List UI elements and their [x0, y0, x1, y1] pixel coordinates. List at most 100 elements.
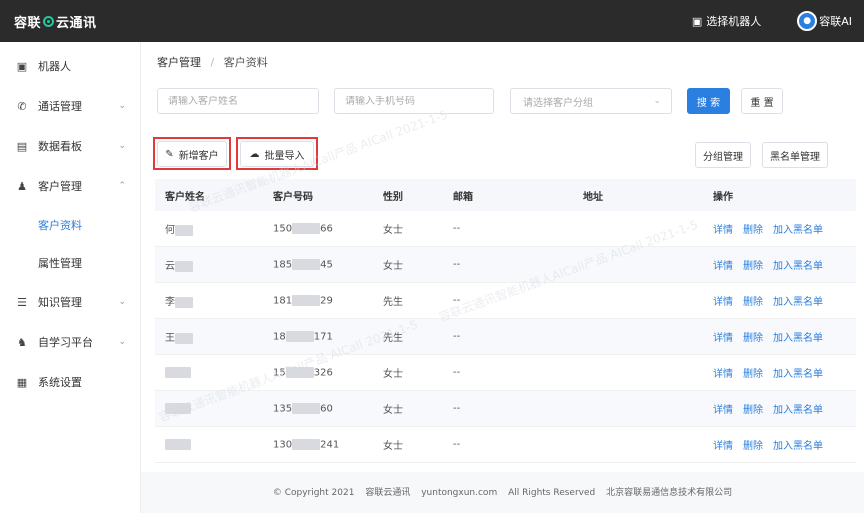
delete-link[interactable]: 删除	[743, 365, 763, 380]
sidebar-subitem-label: 属性管理	[38, 257, 82, 270]
cell-gender: 女士	[383, 369, 403, 380]
add-to-blacklist-link[interactable]: 加入黑名单	[773, 365, 823, 380]
phone-suffix: 171	[313, 331, 333, 343]
detail-link[interactable]: 详情	[713, 257, 733, 272]
cell-name	[155, 402, 263, 415]
detail-link[interactable]: 详情	[713, 329, 733, 344]
cell-name: 李	[155, 293, 263, 308]
column-header-actions: 操作	[713, 191, 733, 203]
delete-link[interactable]: 删除	[743, 329, 763, 344]
sidebar-item-label: 机器人	[38, 60, 71, 73]
cell-actions: 详情 删除 加入黑名单	[703, 401, 856, 416]
sidebar-item-system-settings[interactable]: ▦ 系统设置	[0, 362, 140, 402]
add-to-blacklist-link[interactable]: 加入黑名单	[773, 257, 823, 272]
breadcrumb-separator: /	[210, 56, 215, 69]
sidebar-item-dashboard[interactable]: ▤ 数据看板 ⌄	[0, 126, 140, 166]
sidebar-item-label: 自学习平台	[38, 336, 93, 349]
cell-phone: 181 29	[263, 294, 373, 307]
delete-link[interactable]: 删除	[743, 257, 763, 272]
detail-link[interactable]: 详情	[713, 437, 733, 452]
robot-icon: ▣	[691, 14, 703, 28]
add-to-blacklist-link[interactable]: 加入黑名单	[773, 293, 823, 308]
breadcrumb-current: 客户资料	[223, 56, 268, 69]
customer-name-field[interactable]	[157, 88, 319, 114]
delete-link[interactable]: 删除	[743, 221, 763, 236]
reset-button[interactable]: 重 置	[741, 88, 783, 114]
redacted-block	[292, 222, 321, 234]
learn-icon: ♞	[17, 335, 27, 349]
delete-link[interactable]: 删除	[743, 401, 763, 416]
sidebar-item-self-learning[interactable]: ♞ 自学习平台 ⌄	[0, 322, 140, 362]
sidebar-item-label: 数据看板	[38, 140, 82, 153]
phone-prefix: 181	[273, 295, 293, 307]
column-header-address: 地址	[583, 191, 603, 203]
cell-email: --	[453, 403, 461, 414]
logo-text-2: 云通讯	[56, 15, 97, 31]
column-header-phone: 客户号码	[273, 191, 313, 203]
cell-email: --	[453, 259, 461, 270]
cell-phone: 150 66	[263, 222, 373, 234]
detail-link[interactable]: 详情	[713, 293, 733, 308]
select-robot-label: 选择机器人	[706, 15, 762, 28]
customer-group-placeholder: 请选择客户分组	[523, 97, 593, 109]
cell-actions: 详情 删除 加入黑名单	[703, 221, 856, 236]
sidebar-subitem-attribute-management[interactable]: 属性管理	[0, 244, 140, 282]
redacted-block	[292, 402, 321, 414]
select-robot-button[interactable]: ▣ 选择机器人	[692, 13, 761, 29]
top-bar: 容联 云通讯 ▣ 选择机器人 ● 容联AI	[0, 0, 864, 42]
phone-number-field[interactable]	[334, 88, 494, 114]
detail-link[interactable]: 详情	[713, 401, 733, 416]
highlight-box-import	[236, 137, 318, 170]
delete-link[interactable]: 删除	[743, 293, 763, 308]
user-name: 容联AI	[819, 15, 852, 28]
cell-name	[155, 366, 263, 379]
sidebar-item-customer-management[interactable]: ♟ 客户管理 ⌃	[0, 166, 140, 206]
customer-name-input[interactable]	[168, 95, 318, 107]
sidebar-item-label: 客户管理	[38, 180, 82, 193]
column-header-name: 客户姓名	[165, 191, 205, 203]
cell-actions: 详情 删除 加入黑名单	[703, 437, 856, 452]
customer-name: 王	[165, 333, 175, 344]
cell-phone: 130 241	[263, 438, 373, 451]
sidebar-subitem-customer-info[interactable]: 客户资料	[0, 206, 140, 244]
group-management-button[interactable]: 分组管理	[695, 142, 751, 168]
add-to-blacklist-link[interactable]: 加入黑名单	[773, 401, 823, 416]
cell-gender: 女士	[383, 441, 403, 452]
cell-email: --	[453, 331, 461, 342]
chevron-down-icon: ⌄	[118, 337, 126, 347]
column-header-gender: 性别	[383, 191, 403, 203]
cell-phone: 185 45	[263, 258, 373, 270]
user-menu[interactable]: ● 容联AI	[797, 11, 852, 31]
delete-link[interactable]: 删除	[743, 437, 763, 452]
redacted-block	[292, 258, 321, 270]
cell-gender: 先生	[383, 297, 403, 308]
add-to-blacklist-link[interactable]: 加入黑名单	[773, 329, 823, 344]
sidebar-item-call-management[interactable]: ✆ 通话管理 ⌄	[0, 86, 140, 126]
main-area: 客户管理 / 客户资料 请选择客户分组 ⌄ 搜 索 重 置 ✎ 新增客户 ☁ 批…	[141, 42, 864, 513]
users-icon: ♟	[17, 179, 27, 193]
sidebar-item-label: 知识管理	[38, 296, 82, 309]
redacted-block	[175, 224, 193, 236]
cell-actions: 详情 删除 加入黑名单	[703, 293, 856, 308]
logo-ring-icon	[43, 15, 55, 27]
sidebar-item-robot[interactable]: ▣ 机器人	[0, 46, 140, 86]
add-to-blacklist-link[interactable]: 加入黑名单	[773, 221, 823, 236]
detail-link[interactable]: 详情	[713, 221, 733, 236]
phone-number-input[interactable]	[345, 95, 493, 107]
sidebar-item-label: 系统设置	[38, 376, 82, 389]
cell-phone: 135 60	[263, 402, 373, 415]
add-to-blacklist-link[interactable]: 加入黑名单	[773, 437, 823, 452]
table-row: 李 181 29 先生 -- 详情 删除 加入黑名单	[155, 283, 856, 319]
cell-phone: 18 171	[263, 330, 373, 343]
blacklist-management-button[interactable]: 黑名单管理	[762, 142, 828, 168]
phone-prefix: 135	[273, 403, 293, 415]
sidebar-item-knowledge-management[interactable]: ☰ 知识管理 ⌄	[0, 282, 140, 322]
customer-group-select[interactable]: 请选择客户分组 ⌄	[510, 88, 672, 114]
cell-name	[155, 438, 263, 451]
breadcrumb-parent[interactable]: 客户管理	[157, 56, 201, 69]
detail-link[interactable]: 详情	[713, 365, 733, 380]
search-button[interactable]: 搜 索	[687, 88, 730, 114]
phone-prefix: 130	[273, 439, 293, 451]
redacted-block	[175, 296, 193, 308]
app-logo[interactable]: 容联 云通讯	[14, 12, 97, 31]
